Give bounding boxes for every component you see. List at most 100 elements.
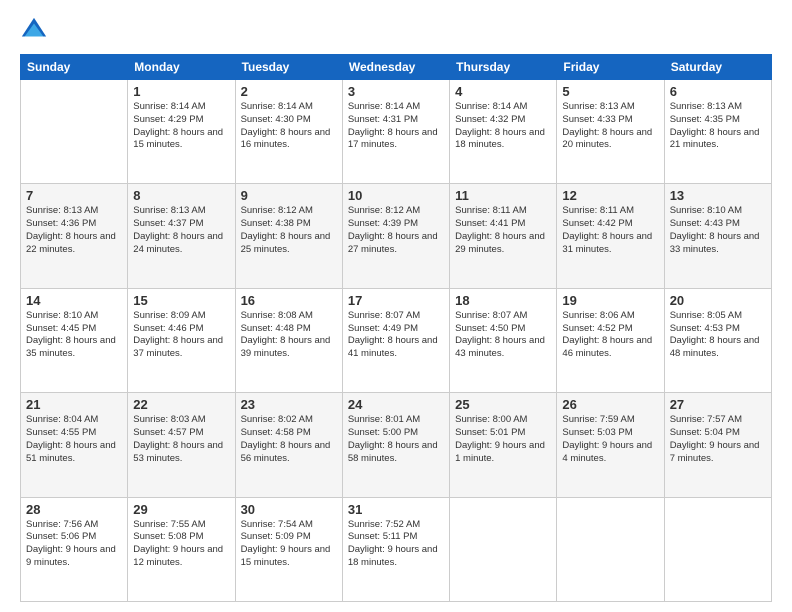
calendar-cell: 8 Sunrise: 8:13 AM Sunset: 4:37 PM Daylig… (128, 184, 235, 288)
cell-info: Sunrise: 7:59 AM Sunset: 5:03 PM Dayligh… (562, 414, 658, 465)
calendar-cell: 10 Sunrise: 8:12 AM Sunset: 4:39 PM Dayli… (342, 184, 449, 288)
calendar-cell: 1 Sunrise: 8:14 AM Sunset: 4:29 PM Daylig… (128, 80, 235, 184)
day-number: 21 (26, 397, 122, 412)
day-number: 30 (241, 502, 337, 517)
cell-info: Sunrise: 8:06 AM Sunset: 4:52 PM Dayligh… (562, 310, 658, 361)
cell-info: Sunrise: 8:04 AM Sunset: 4:55 PM Dayligh… (26, 414, 122, 465)
cell-info: Sunrise: 8:14 AM Sunset: 4:29 PM Dayligh… (133, 101, 229, 152)
calendar-cell: 7 Sunrise: 8:13 AM Sunset: 4:36 PM Daylig… (21, 184, 128, 288)
cell-info: Sunrise: 8:03 AM Sunset: 4:57 PM Dayligh… (133, 414, 229, 465)
calendar-cell: 5 Sunrise: 8:13 AM Sunset: 4:33 PM Daylig… (557, 80, 664, 184)
header (20, 16, 772, 44)
calendar-week-1: 7 Sunrise: 8:13 AM Sunset: 4:36 PM Daylig… (21, 184, 772, 288)
cell-info: Sunrise: 8:11 AM Sunset: 4:42 PM Dayligh… (562, 205, 658, 256)
day-number: 9 (241, 188, 337, 203)
calendar-cell: 20 Sunrise: 8:05 AM Sunset: 4:53 PM Dayli… (664, 288, 771, 392)
calendar-cell: 24Sunrise: 8:01 AM Sunset: 5:00 PM Dayli… (342, 393, 449, 497)
calendar-table: SundayMondayTuesdayWednesdayThursdayFrid… (20, 54, 772, 602)
cell-info: Sunrise: 8:12 AM Sunset: 4:38 PM Dayligh… (241, 205, 337, 256)
header-saturday: Saturday (664, 55, 771, 80)
cell-info: Sunrise: 7:54 AM Sunset: 5:09 PM Dayligh… (241, 519, 337, 570)
cell-info: Sunrise: 8:07 AM Sunset: 4:50 PM Dayligh… (455, 310, 551, 361)
day-number: 28 (26, 502, 122, 517)
day-number: 8 (133, 188, 229, 203)
day-number: 11 (455, 188, 551, 203)
day-number: 15 (133, 293, 229, 308)
day-number: 25 (455, 397, 551, 412)
day-number: 2 (241, 84, 337, 99)
day-number: 3 (348, 84, 444, 99)
calendar-cell: 12 Sunrise: 8:11 AM Sunset: 4:42 PM Dayli… (557, 184, 664, 288)
cell-info: Sunrise: 8:01 AM Sunset: 5:00 PM Dayligh… (348, 414, 444, 465)
calendar-cell: 16 Sunrise: 8:08 AM Sunset: 4:48 PM Dayli… (235, 288, 342, 392)
calendar-cell: 28 Sunrise: 7:56 AM Sunset: 5:06 PM Dayli… (21, 497, 128, 601)
cell-info: Sunrise: 7:55 AM Sunset: 5:08 PM Dayligh… (133, 519, 229, 570)
calendar-cell: 3 Sunrise: 8:14 AM Sunset: 4:31 PM Daylig… (342, 80, 449, 184)
cell-info: Sunrise: 8:05 AM Sunset: 4:53 PM Dayligh… (670, 310, 766, 361)
calendar-cell: 19 Sunrise: 8:06 AM Sunset: 4:52 PM Dayli… (557, 288, 664, 392)
cell-info: Sunrise: 8:14 AM Sunset: 4:31 PM Dayligh… (348, 101, 444, 152)
calendar-cell: 6 Sunrise: 8:13 AM Sunset: 4:35 PM Daylig… (664, 80, 771, 184)
day-number: 17 (348, 293, 444, 308)
day-number: 4 (455, 84, 551, 99)
cell-info: Sunrise: 8:14 AM Sunset: 4:30 PM Dayligh… (241, 101, 337, 152)
calendar-cell: 26 Sunrise: 7:59 AM Sunset: 5:03 PM Dayli… (557, 393, 664, 497)
day-number: 10 (348, 188, 444, 203)
calendar-cell (557, 497, 664, 601)
calendar-header-row: SundayMondayTuesdayWednesdayThursdayFrid… (21, 55, 772, 80)
day-number: 23 (241, 397, 337, 412)
cell-info: Sunrise: 8:10 AM Sunset: 4:43 PM Dayligh… (670, 205, 766, 256)
cell-info: Sunrise: 7:52 AM Sunset: 5:11 PM Dayligh… (348, 519, 444, 570)
calendar-cell: 31 Sunrise: 7:52 AM Sunset: 5:11 PM Dayli… (342, 497, 449, 601)
day-number: 18 (455, 293, 551, 308)
header-friday: Friday (557, 55, 664, 80)
cell-info: Sunrise: 8:00 AM Sunset: 5:01 PM Dayligh… (455, 414, 551, 465)
calendar-cell: 27Sunrise: 7:57 AM Sunset: 5:04 PM Dayli… (664, 393, 771, 497)
calendar-cell: 25 Sunrise: 8:00 AM Sunset: 5:01 PM Dayli… (450, 393, 557, 497)
calendar-cell: 29 Sunrise: 7:55 AM Sunset: 5:08 PM Dayli… (128, 497, 235, 601)
calendar-cell: 23Sunrise: 8:02 AM Sunset: 4:58 PM Dayli… (235, 393, 342, 497)
cell-info: Sunrise: 8:12 AM Sunset: 4:39 PM Dayligh… (348, 205, 444, 256)
calendar-cell: 11 Sunrise: 8:11 AM Sunset: 4:41 PM Dayli… (450, 184, 557, 288)
calendar-cell: 9 Sunrise: 8:12 AM Sunset: 4:38 PM Daylig… (235, 184, 342, 288)
calendar-cell: 13 Sunrise: 8:10 AM Sunset: 4:43 PM Dayli… (664, 184, 771, 288)
cell-info: Sunrise: 8:13 AM Sunset: 4:35 PM Dayligh… (670, 101, 766, 152)
day-number: 26 (562, 397, 658, 412)
calendar-cell: 21 Sunrise: 8:04 AM Sunset: 4:55 PM Dayli… (21, 393, 128, 497)
cell-info: Sunrise: 8:11 AM Sunset: 4:41 PM Dayligh… (455, 205, 551, 256)
calendar-week-0: 1 Sunrise: 8:14 AM Sunset: 4:29 PM Daylig… (21, 80, 772, 184)
calendar-cell (664, 497, 771, 601)
day-number: 27 (670, 397, 766, 412)
calendar-cell: 4 Sunrise: 8:14 AM Sunset: 4:32 PM Daylig… (450, 80, 557, 184)
day-number: 1 (133, 84, 229, 99)
day-number: 16 (241, 293, 337, 308)
cell-info: Sunrise: 8:13 AM Sunset: 4:37 PM Dayligh… (133, 205, 229, 256)
day-number: 29 (133, 502, 229, 517)
calendar-cell: 14 Sunrise: 8:10 AM Sunset: 4:45 PM Dayli… (21, 288, 128, 392)
header-wednesday: Wednesday (342, 55, 449, 80)
cell-info: Sunrise: 7:56 AM Sunset: 5:06 PM Dayligh… (26, 519, 122, 570)
day-number: 14 (26, 293, 122, 308)
page: SundayMondayTuesdayWednesdayThursdayFrid… (0, 0, 792, 612)
day-number: 12 (562, 188, 658, 203)
day-number: 20 (670, 293, 766, 308)
cell-info: Sunrise: 8:14 AM Sunset: 4:32 PM Dayligh… (455, 101, 551, 152)
cell-info: Sunrise: 8:10 AM Sunset: 4:45 PM Dayligh… (26, 310, 122, 361)
cell-info: Sunrise: 8:09 AM Sunset: 4:46 PM Dayligh… (133, 310, 229, 361)
logo-icon (20, 16, 48, 44)
calendar-cell: 15 Sunrise: 8:09 AM Sunset: 4:46 PM Dayli… (128, 288, 235, 392)
cell-info: Sunrise: 8:13 AM Sunset: 4:36 PM Dayligh… (26, 205, 122, 256)
cell-info: Sunrise: 8:08 AM Sunset: 4:48 PM Dayligh… (241, 310, 337, 361)
day-number: 13 (670, 188, 766, 203)
day-number: 31 (348, 502, 444, 517)
day-number: 5 (562, 84, 658, 99)
calendar-cell (450, 497, 557, 601)
day-number: 7 (26, 188, 122, 203)
calendar-week-4: 28 Sunrise: 7:56 AM Sunset: 5:06 PM Dayli… (21, 497, 772, 601)
calendar-cell: 22Sunrise: 8:03 AM Sunset: 4:57 PM Dayli… (128, 393, 235, 497)
calendar-cell: 30 Sunrise: 7:54 AM Sunset: 5:09 PM Dayli… (235, 497, 342, 601)
header-tuesday: Tuesday (235, 55, 342, 80)
day-number: 19 (562, 293, 658, 308)
cell-info: Sunrise: 8:13 AM Sunset: 4:33 PM Dayligh… (562, 101, 658, 152)
day-number: 6 (670, 84, 766, 99)
